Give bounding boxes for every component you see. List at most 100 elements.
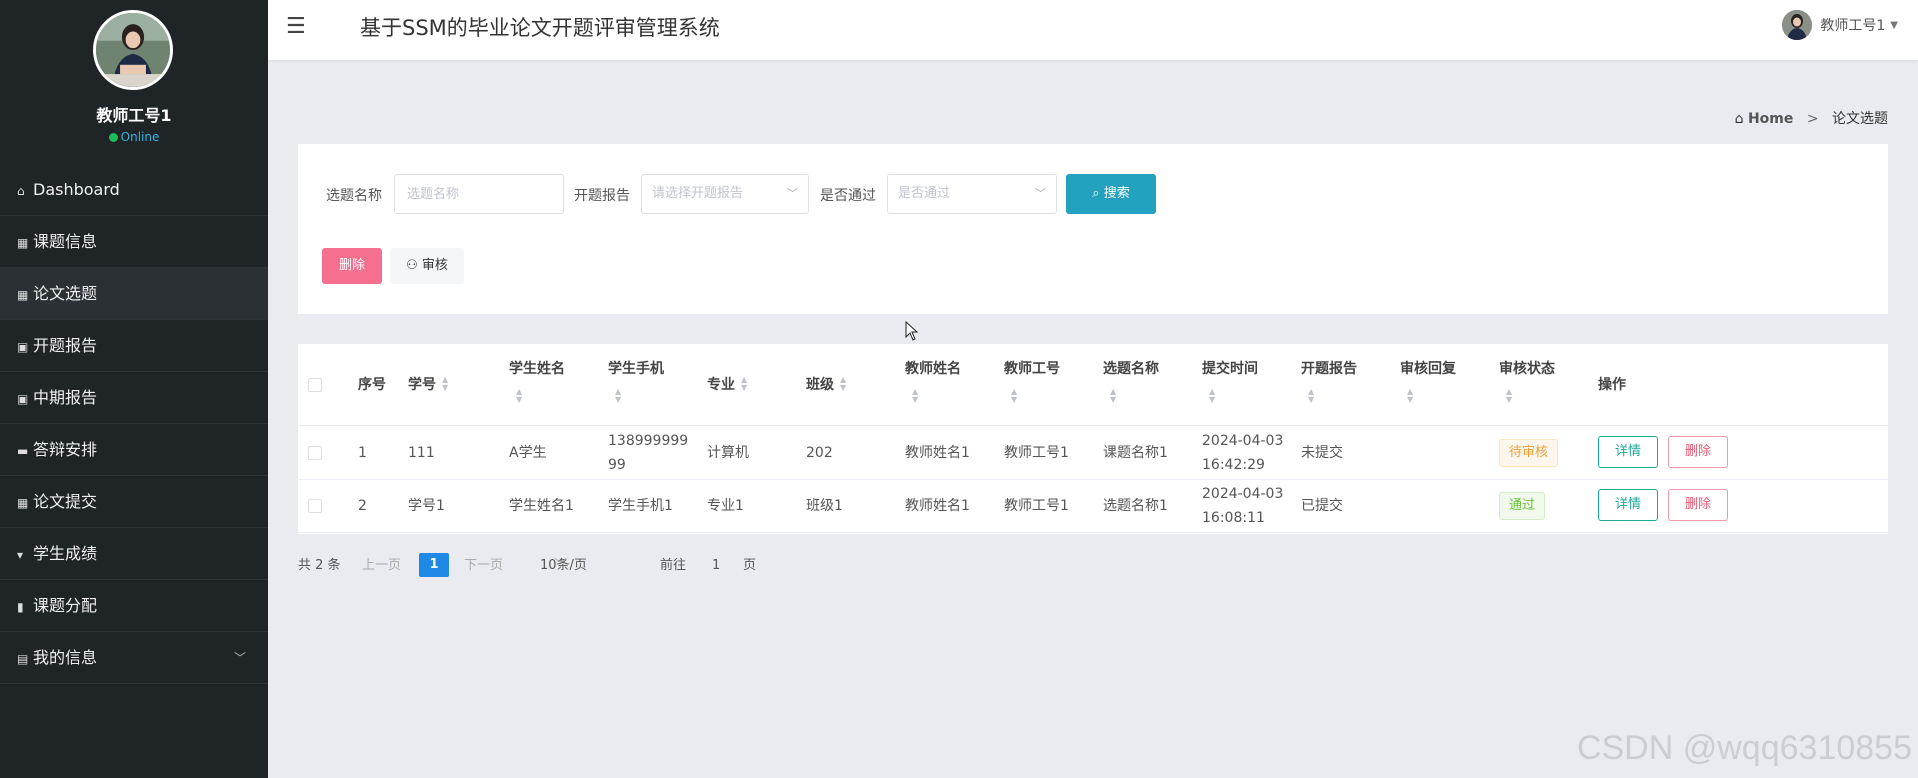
avatar[interactable] [93,10,173,90]
clipboard-icon: ▣ [17,392,29,406]
cell-student-name: A学生 [509,445,547,461]
header-major-label: 专业 [707,377,735,393]
audit-button-label: 审核 [421,258,448,273]
caret-down-icon: ▼ [1890,19,1898,31]
sidebar-item-label: 开题报告 [33,336,98,355]
user-menu[interactable]: 教师工号1 ▼ [1782,10,1898,40]
cell-student-no: 111 [408,445,435,461]
row-checkbox[interactable] [308,499,322,513]
clipboard-icon: ▣ [17,340,29,354]
sort-icon[interactable]: ▲ ▼ [1506,388,1512,404]
cell-submit-date: 2024-04-03 [1202,433,1284,449]
proposal-report-placeholder: 请选择开题报告 [652,186,744,201]
sidebar-item-topic-info[interactable]: ▦ 课题信息 [0,216,268,268]
header-class[interactable]: 班级 ▲ ▼ [806,376,846,394]
cell-report: 已提交 [1301,498,1343,514]
header-reply[interactable]: 审核回复 [1400,360,1456,378]
sidebar-item-topic-assignment[interactable]: ▮ 课题分配 [0,580,268,632]
page-suffix: 页 [743,558,757,573]
pass-placeholder: 是否通过 [898,186,951,201]
header-class-label: 班级 [806,377,834,393]
row-delete-button[interactable]: 删除 [1668,489,1728,521]
chevron-down-icon: ﹀ [787,187,798,200]
menu-toggle-icon[interactable]: ☰ [286,14,306,39]
sort-icon[interactable]: ▲ ▼ [516,388,522,404]
sort-icon: ▲ ▼ [741,375,748,392]
search-icon: ⌕ [1092,186,1104,201]
sidebar-item-label: 学生成绩 [33,544,98,563]
cell-teacher-no: 教师工号1 [1004,445,1069,461]
cell-student-phone: 学生手机1 [608,498,673,514]
status-badge: 待审核 [1499,439,1559,467]
header-student-name[interactable]: 学生姓名 [509,360,565,378]
header-major[interactable]: 专业 ▲ ▼ [707,376,747,394]
sidebar-user-name: 教师工号1 [96,106,172,125]
detail-button[interactable]: 详情 [1598,436,1658,468]
sort-icon[interactable]: ▲ ▼ [615,388,621,404]
header-avatar-image [1782,10,1813,40]
header-teacher-no[interactable]: 教师工号 [1004,360,1060,378]
cell-class: 202 [806,445,833,461]
breadcrumb-current: 论文选题 [1832,111,1888,127]
cell-topic-name: 选题名称1 [1103,498,1168,514]
goto-label: 前往 [660,558,687,573]
cell-submit-clock: 16:08:11 [1202,510,1265,526]
sidebar-item-student-grades[interactable]: ▾ 学生成绩 [0,528,268,580]
proposal-report-select[interactable]: 请选择开题报告 ﹀ [641,174,809,214]
sidebar-item-proposal-report[interactable]: ▣ 开题报告 [0,320,268,372]
cell-student-phone-line2: 99 [608,457,626,473]
sidebar-item-thesis-selection[interactable]: ▦ 论文选题 [0,268,268,320]
online-status-label: Online [120,130,160,144]
row-checkbox[interactable] [308,446,322,460]
online-status: Online [0,130,268,144]
sidebar-item-defense-schedule[interactable]: ▬ 答辩安排 [0,424,268,476]
header-report[interactable]: 开题报告 [1301,360,1357,378]
sidebar-menu: ⌂ Dashboard ▦ 课题信息 ▦ 论文选题 ▣ 开题报告 ▣ 中期报告 ▬ 答辩安排… [0,164,268,684]
sidebar-item-dashboard[interactable]: ⌂ Dashboard [0,164,268,216]
header-index: 序号 [358,377,386,393]
table-row: 1 111 A学生 138999999 99 计算机 202 教师姓名1 教师工… [298,427,1888,480]
breadcrumb-home[interactable]: Home [1748,111,1793,127]
cell-teacher-no: 教师工号1 [1004,498,1069,514]
header-submit-time[interactable]: 提交时间 [1202,360,1258,378]
next-page-button[interactable]: 下一页 [464,553,503,579]
sidebar-item-my-info[interactable]: ▤ 我的信息 ﹀ [0,632,268,684]
sort-icon[interactable]: ▲ ▼ [1110,388,1116,404]
header-student-phone[interactable]: 学生手机 [608,360,664,378]
sort-icon[interactable]: ▲ ▼ [1209,388,1215,404]
sidebar-item-label: 论文提交 [33,492,98,511]
page-number-current[interactable]: 1 [419,553,449,577]
search-button-label: 搜索 [1103,186,1130,201]
header-topic-name[interactable]: 选题名称 [1103,360,1159,378]
header-status[interactable]: 审核状态 [1499,360,1555,378]
sidebar-item-label: 答辩安排 [33,440,98,459]
sort-icon[interactable]: ▲ ▼ [1011,388,1017,404]
sidebar-item-label: 我的信息 [33,648,98,667]
cell-student-no: 学号1 [408,498,445,514]
header-student-no[interactable]: 学号 ▲ ▼ [408,376,448,394]
grid-icon: ▦ [17,236,29,250]
audit-button[interactable]: ⚇ 审核 [390,248,464,284]
search-button[interactable]: ⌕ 搜索 [1066,174,1156,214]
topic-name-input[interactable] [394,174,564,214]
sidebar-item-thesis-submit[interactable]: ▦ 论文提交 [0,476,268,528]
top-header: ☰ 基于SSM的毕业论文开题评审管理系统 教师工号1 ▼ [268,0,1918,60]
cell-teacher-name: 教师姓名1 [905,445,970,461]
grid-icon: ▦ [17,288,29,302]
pass-select[interactable]: 是否通过 ﹀ [887,174,1057,214]
prev-page-button[interactable]: 上一页 [362,553,401,579]
sort-icon[interactable]: ▲ ▼ [1308,388,1314,404]
pagination-total: 共 2 条 [298,558,341,573]
cell-topic-name: 课题名称1 [1103,445,1168,461]
user-icon: ⚇ [406,258,422,273]
page-size-select[interactable]: 10条/页 ﹀ [540,553,587,579]
batch-delete-button[interactable]: 删除 [322,248,382,284]
row-delete-button[interactable]: 删除 [1668,436,1728,468]
sort-icon[interactable]: ▲ ▼ [912,388,918,404]
goto-page-input[interactable]: 1 [712,553,720,579]
sort-icon[interactable]: ▲ ▼ [1407,388,1413,404]
detail-button[interactable]: 详情 [1598,489,1658,521]
header-teacher-name[interactable]: 教师姓名 [905,360,961,378]
select-all-checkbox[interactable] [308,378,322,392]
sidebar-item-midterm-report[interactable]: ▣ 中期报告 [0,372,268,424]
